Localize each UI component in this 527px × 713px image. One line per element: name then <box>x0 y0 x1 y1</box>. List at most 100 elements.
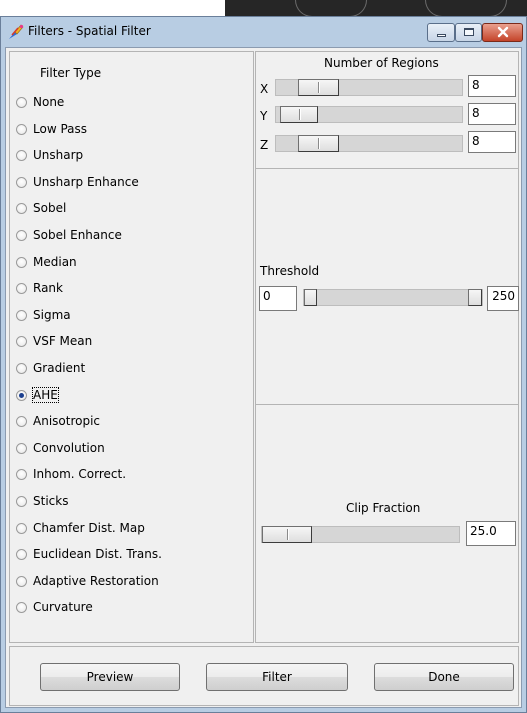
filters-window: Filters - Spatial Filter Filter Type Non… <box>0 16 527 713</box>
filter-type-option-label: Unsharp Enhance <box>33 175 139 189</box>
filter-type-option-vsf-mean[interactable]: VSF Mean <box>16 333 246 351</box>
filter-type-option-label: Gradient <box>33 361 86 375</box>
radio-button[interactable] <box>16 97 27 108</box>
filter-type-option-label: AHE <box>32 387 59 403</box>
filter-type-option-chamfer-dist-map[interactable]: Chamfer Dist. Map <box>16 520 246 538</box>
region-y-input[interactable]: 8 <box>468 103 516 125</box>
radio-button[interactable] <box>16 124 27 135</box>
region-x-slider-thumb[interactable] <box>298 79 339 96</box>
window-client-area: Filter Type None Low Pass Unsharp Unsharp E… <box>5 47 522 708</box>
window-title: Filters - Spatial Filter <box>28 24 151 38</box>
filter-type-option-label: Curvature <box>33 600 93 614</box>
done-button[interactable]: Done <box>374 663 514 691</box>
filter-type-option-label: Median <box>33 255 77 269</box>
number-of-regions-heading: Number of Regions <box>324 56 439 70</box>
filter-type-option-gradient[interactable]: Gradient <box>16 360 246 378</box>
filter-type-option-sticks[interactable]: Sticks <box>16 493 246 511</box>
filter-type-option-euclidean-dist-trans[interactable]: Euclidean Dist. Trans. <box>16 546 246 564</box>
action-button-bar: Preview Filter Done <box>9 646 519 706</box>
filter-type-option-anisotropic[interactable]: Anisotropic <box>16 413 246 431</box>
region-z-label: Z <box>260 138 269 152</box>
filter-type-option-label: Unsharp <box>33 148 84 162</box>
threshold-slider-min-thumb[interactable] <box>304 289 317 306</box>
filter-type-option-ahe[interactable]: AHE <box>16 387 246 405</box>
radio-button[interactable] <box>16 576 27 587</box>
filter-type-option-none[interactable]: None <box>16 94 246 112</box>
filter-type-option-label: Low Pass <box>33 122 87 136</box>
filter-type-option-convolution[interactable]: Convolution <box>16 440 246 458</box>
clip-fraction-heading: Clip Fraction <box>346 501 421 515</box>
filter-button[interactable]: Filter <box>206 663 348 691</box>
radio-button[interactable] <box>16 363 27 374</box>
preview-button[interactable]: Preview <box>40 663 180 691</box>
clip-fraction-slider-thumb[interactable] <box>262 526 312 543</box>
filter-type-option-label: Sticks <box>33 494 69 508</box>
region-y-label: Y <box>260 109 268 123</box>
radio-button[interactable] <box>16 523 27 534</box>
filter-type-option-label: Euclidean Dist. Trans. <box>33 547 162 561</box>
threshold-slider[interactable] <box>303 289 483 306</box>
filter-type-option-label: None <box>33 95 65 109</box>
region-x-input[interactable]: 8 <box>468 75 516 97</box>
filter-type-heading: Filter Type <box>40 66 102 80</box>
region-z-input[interactable]: 8 <box>468 131 516 153</box>
filter-type-option-label: Sigma <box>33 308 71 322</box>
filter-type-option-label: Inhom. Correct. <box>33 467 127 481</box>
filter-type-option-label: Convolution <box>33 441 105 455</box>
region-z-slider[interactable] <box>275 135 463 152</box>
threshold-min-input[interactable]: 0 <box>259 286 297 311</box>
filter-type-option-label: Sobel Enhance <box>33 228 122 242</box>
radio-button[interactable] <box>16 390 27 401</box>
filter-type-option-unsharp-enhance[interactable]: Unsharp Enhance <box>16 174 246 192</box>
region-x-slider[interactable] <box>275 79 463 96</box>
filter-type-option-adaptive-restoration[interactable]: Adaptive Restoration <box>16 573 246 591</box>
number-of-regions-panel: Number of Regions X 8 Y 8 Z 8 <box>255 51 519 169</box>
filter-type-option-sobel[interactable]: Sobel <box>16 200 246 218</box>
radio-button[interactable] <box>16 150 27 161</box>
threshold-max-input[interactable]: 250 <box>487 286 519 311</box>
threshold-panel: Threshold 0 250 <box>255 168 519 405</box>
radio-button[interactable] <box>16 496 27 507</box>
radio-button[interactable] <box>16 310 27 321</box>
close-button[interactable] <box>482 23 523 42</box>
title-bar[interactable]: Filters - Spatial Filter <box>1 17 526 47</box>
radio-button[interactable] <box>16 602 27 613</box>
radio-button[interactable] <box>16 336 27 347</box>
radio-button[interactable] <box>16 230 27 241</box>
radio-button[interactable] <box>16 416 27 427</box>
filter-type-option-label: VSF Mean <box>33 334 93 348</box>
radio-button[interactable] <box>16 469 27 480</box>
filter-type-option-curvature[interactable]: Curvature <box>16 599 246 617</box>
region-y-slider-thumb[interactable] <box>280 106 318 123</box>
threshold-heading: Threshold <box>260 264 320 278</box>
filter-type-option-label: Chamfer Dist. Map <box>33 521 145 535</box>
filter-type-option-sobel-enhance[interactable]: Sobel Enhance <box>16 227 246 245</box>
region-x-label: X <box>260 82 269 96</box>
radio-button[interactable] <box>16 443 27 454</box>
maximize-icon <box>464 28 474 36</box>
filter-type-option-unsharp[interactable]: Unsharp <box>16 147 246 165</box>
close-icon <box>497 26 509 41</box>
maximize-button[interactable] <box>455 23 482 42</box>
filter-type-option-low-pass[interactable]: Low Pass <box>16 121 246 139</box>
filter-type-option-label: Anisotropic <box>33 414 101 428</box>
threshold-slider-max-thumb[interactable] <box>468 289 482 306</box>
radio-button[interactable] <box>16 257 27 268</box>
region-y-slider[interactable] <box>275 106 463 123</box>
app-icon <box>7 23 25 41</box>
radio-button[interactable] <box>16 177 27 188</box>
region-z-slider-thumb[interactable] <box>298 135 339 152</box>
filter-type-panel: Filter Type None Low Pass Unsharp Unsharp E… <box>9 51 254 643</box>
radio-button[interactable] <box>16 549 27 560</box>
filter-type-option-label: Adaptive Restoration <box>33 574 159 588</box>
filter-type-option-inhom-correct[interactable]: Inhom. Correct. <box>16 466 246 484</box>
filter-type-option-sigma[interactable]: Sigma <box>16 307 246 325</box>
minimize-button[interactable] <box>427 23 455 42</box>
filter-type-option-rank[interactable]: Rank <box>16 280 246 298</box>
clip-fraction-slider[interactable] <box>261 526 460 543</box>
clip-fraction-panel: Clip Fraction 25.0 <box>255 404 519 643</box>
radio-button[interactable] <box>16 283 27 294</box>
radio-button[interactable] <box>16 203 27 214</box>
filter-type-option-median[interactable]: Median <box>16 254 246 272</box>
clip-fraction-input[interactable]: 25.0 <box>466 521 516 546</box>
